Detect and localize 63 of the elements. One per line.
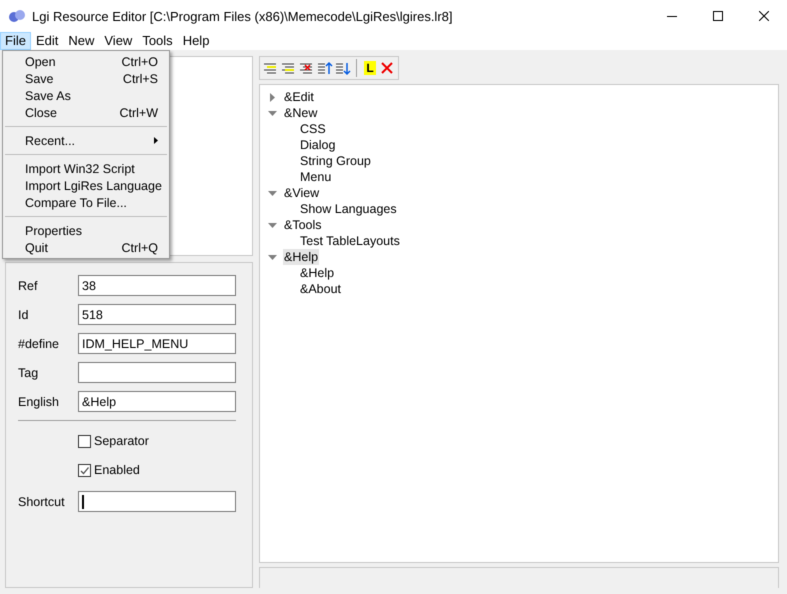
dropdown-option[interactable]: Save Ctrl+S xyxy=(3,70,169,87)
dropdown-option[interactable]: Properties xyxy=(3,222,169,239)
checkmark-icon xyxy=(79,464,90,476)
tree-item[interactable]: &View xyxy=(283,185,320,201)
tree-item[interactable]: &About xyxy=(299,281,342,297)
field-label: English xyxy=(18,394,60,408)
delete-icon[interactable] xyxy=(380,61,394,75)
tree-item[interactable]: CSS xyxy=(299,121,327,137)
field-label: Ref xyxy=(18,278,38,292)
submenu-arrow-icon xyxy=(154,137,158,144)
dropdown-option[interactable]: Compare To File... xyxy=(3,194,169,211)
expanded-arrow-icon[interactable] xyxy=(268,108,277,118)
field-label: Id xyxy=(18,308,30,322)
list-icon[interactable] xyxy=(263,60,279,76)
collapsed-arrow-icon[interactable] xyxy=(268,92,277,102)
menubar-title[interactable]: New xyxy=(63,32,100,50)
dropdown-option[interactable]: Open Ctrl+O xyxy=(3,53,169,70)
tree-item[interactable]: &Tools xyxy=(283,217,323,233)
input-field[interactable]: IDM_HELP_MENU xyxy=(78,333,236,354)
tree-item[interactable]: &Help xyxy=(299,265,336,281)
dropdown-option[interactable]: Save As xyxy=(3,87,169,104)
list-delete-icon[interactable] xyxy=(299,60,315,76)
tree-item[interactable]: String Group xyxy=(299,153,372,169)
app-icon xyxy=(8,9,26,23)
menubar-title[interactable]: Tools xyxy=(137,32,178,50)
dropdown-option[interactable]: Quit Ctrl+Q xyxy=(3,239,169,256)
expanded-arrow-icon[interactable] xyxy=(268,252,277,262)
menubar-title[interactable]: Edit xyxy=(30,32,64,50)
tree-item[interactable]: Dialog xyxy=(299,137,336,153)
checkbox[interactable] xyxy=(78,464,91,476)
tree-item[interactable]: &New xyxy=(283,105,318,121)
menubar-title[interactable]: Help xyxy=(178,32,214,50)
input-field[interactable]: 518 xyxy=(78,304,236,325)
tree-item[interactable]: Menu xyxy=(299,169,332,185)
tree-item[interactable]: &Edit xyxy=(283,89,315,105)
move-up-icon[interactable] xyxy=(317,60,333,76)
field-label: #define xyxy=(18,336,60,350)
tree-item[interactable]: &Help xyxy=(283,249,320,265)
tree-item[interactable]: Show Languages xyxy=(299,201,398,217)
checkbox-label: Enabled xyxy=(94,463,140,477)
label-button[interactable]: L xyxy=(364,61,376,75)
field-label: Shortcut xyxy=(18,494,66,508)
list-icon[interactable] xyxy=(281,60,297,76)
field-label: Tag xyxy=(18,366,40,380)
input-field[interactable] xyxy=(78,362,236,383)
maximize-icon xyxy=(713,11,723,21)
dropdown-option[interactable]: Import LgiRes Language xyxy=(3,177,169,194)
input-field[interactable] xyxy=(78,491,236,512)
dropdown-option[interactable]: Recent... xyxy=(3,132,169,149)
input-field[interactable]: &Help xyxy=(78,391,236,412)
move-down-icon[interactable] xyxy=(335,60,351,76)
expanded-arrow-icon[interactable] xyxy=(268,220,277,230)
menubar-title[interactable]: File xyxy=(0,32,31,50)
checkbox-label: Separator xyxy=(94,434,149,448)
input-field[interactable]: 38 xyxy=(78,275,236,296)
close-icon xyxy=(759,11,769,21)
menubar-title[interactable]: View xyxy=(99,32,138,50)
expanded-arrow-icon[interactable] xyxy=(268,188,277,198)
tree-item[interactable]: Test TableLayouts xyxy=(299,233,401,249)
dropdown-option[interactable]: Import Win32 Script xyxy=(3,160,169,177)
checkbox[interactable] xyxy=(78,434,91,448)
dropdown-option[interactable]: Close Ctrl+W xyxy=(3,104,169,121)
window-title: Lgi Resource Editor [C:\Program Files (x86)\Memecode\LgiRes\lgires.lr8] xyxy=(32,8,454,24)
